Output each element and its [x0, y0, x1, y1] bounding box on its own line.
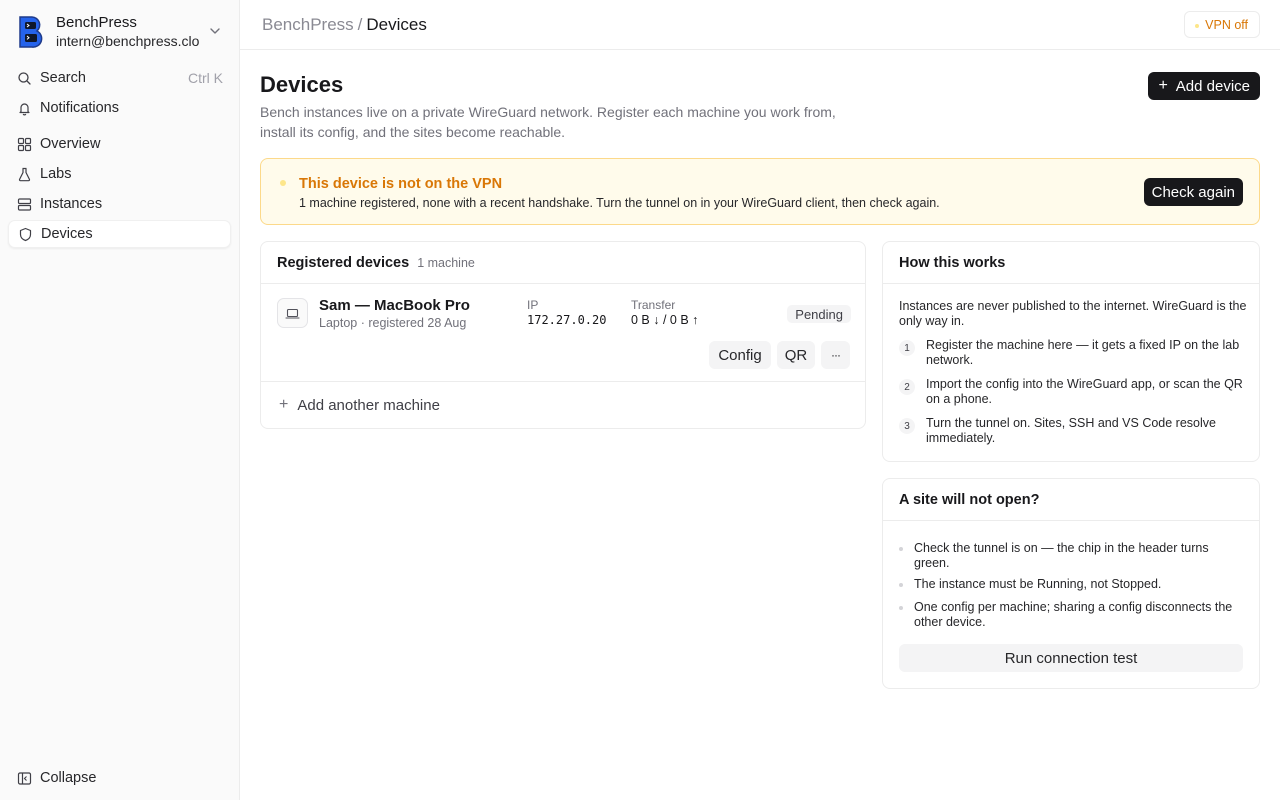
card-header: How this works [883, 242, 1259, 284]
vpn-warning-alert: This device is not on the VPN 1 machine … [260, 158, 1260, 225]
flask-icon [17, 167, 32, 182]
sidebar-toggle-icon [17, 771, 32, 786]
bullet-dot [899, 606, 903, 610]
qr-button[interactable]: QR [777, 341, 815, 369]
benchpress-logo [19, 16, 43, 48]
card-header: A site will not open? [883, 479, 1259, 521]
search-shortcut: Ctrl K [188, 70, 223, 86]
device-meta: Laptop · registered 28 Aug [319, 316, 467, 330]
status-badge: Pending [787, 305, 851, 323]
add-device-button[interactable]: + Add device [1148, 72, 1260, 100]
device-count: 1 machine [417, 255, 475, 270]
plus-icon: + [1158, 77, 1168, 94]
shield-icon [18, 227, 33, 242]
workspace-name: BenchPress [56, 14, 137, 31]
sidebar-item-devices[interactable]: Devices [8, 220, 231, 248]
breadcrumb-root[interactable]: BenchPress [262, 15, 354, 34]
search-label: Search [40, 70, 86, 86]
breadcrumb-separator: / [357, 15, 363, 34]
step-number: 1 [899, 340, 915, 356]
transfer-value: 0 B ↓ / 0 B ↑ [631, 313, 699, 327]
tip-text: The instance must be Running, not Stoppe… [914, 577, 1162, 591]
sidebar-item-instances[interactable]: Instances [8, 190, 231, 218]
page-title: Devices [260, 72, 344, 97]
step-text: Import the config into the WireGuard app… [926, 377, 1243, 406]
bullet-dot [899, 547, 903, 551]
ip-label: IP [527, 298, 539, 312]
sidebar-item-notifications[interactable]: Notifications [8, 94, 231, 122]
workspace-email: intern@benchpress.cloud [56, 33, 200, 49]
warning-dot-icon [280, 180, 286, 186]
server-icon [17, 197, 32, 212]
top-bar: BenchPress / Devices VPN off [240, 0, 1280, 50]
bell-icon [17, 101, 32, 116]
sidebar-item-label: Notifications [40, 100, 119, 116]
card-title: How this works [899, 254, 1006, 271]
plus-icon: + [279, 396, 289, 413]
device-row: Sam — MacBook Pro Laptop · registered 28… [261, 284, 865, 382]
run-connection-test-button[interactable]: Run connection test [899, 644, 1243, 672]
add-another-label: Add another machine [297, 396, 440, 414]
device-name: Sam — MacBook Pro [319, 297, 470, 314]
sidebar-item-label: Instances [40, 196, 103, 212]
alert-title: This device is not on the VPN [299, 176, 503, 192]
sidebar: BenchPress intern@benchpress.cloud Searc… [0, 0, 240, 800]
step-number: 3 [899, 418, 915, 434]
workspace-switcher[interactable]: BenchPress intern@benchpress.cloud [16, 14, 224, 50]
step-text: Register the machine here — it gets a fi… [926, 338, 1240, 367]
page-description: Bench instances live on a private WireGu… [260, 104, 836, 140]
grid-icon [17, 137, 32, 152]
sidebar-item-label: Overview [40, 136, 101, 152]
step-number: 2 [899, 379, 915, 395]
breadcrumb-current: Devices [366, 15, 427, 34]
troubleshooting-card: A site will not open? Check the tunnel i… [882, 478, 1260, 689]
vpn-status-dot [1195, 24, 1200, 28]
alert-text: 1 machine registered, none with a recent… [299, 196, 940, 210]
search-button[interactable]: Search Ctrl K [8, 64, 231, 92]
vpn-status-label: VPN off [1205, 17, 1248, 32]
config-button[interactable]: Config [709, 341, 771, 369]
sidebar-item-label: Labs [40, 166, 72, 182]
how-this-works-card: How this works Instances are never publi… [882, 241, 1260, 462]
laptop-icon [277, 298, 308, 328]
add-device-label: Add device [1175, 77, 1250, 95]
vpn-status-chip[interactable]: VPN off [1184, 11, 1260, 38]
breadcrumb: BenchPress / Devices [262, 15, 427, 35]
chevron-down-icon [210, 28, 220, 34]
sidebar-item-label: Devices [41, 226, 93, 242]
tip-text: One config per machine; sharing a config… [914, 600, 1233, 629]
sidebar-item-overview[interactable]: Overview [8, 130, 231, 158]
more-options-button[interactable]: ··· [821, 341, 850, 369]
step-text: Turn the tunnel on. Sites, SSH and VS Co… [926, 416, 1216, 445]
sidebar-item-labs[interactable]: Labs [8, 160, 231, 188]
collapse-button[interactable]: Collapse [8, 764, 231, 792]
bullet-dot [899, 583, 903, 587]
card-title: A site will not open? [899, 491, 1040, 508]
card-title: Registered devices [277, 254, 410, 271]
add-another-machine-button[interactable]: + Add another machine [261, 382, 865, 428]
check-again-button[interactable]: Check again [1143, 178, 1243, 206]
collapse-label: Collapse [40, 770, 97, 786]
ip-value: 172.27.0.20 [527, 313, 607, 327]
transfer-label: Transfer [631, 298, 676, 312]
search-icon [17, 71, 32, 86]
how-intro: Instances are never published to the int… [899, 299, 1247, 328]
registered-devices-card: Registered devices 1 machine Sam — MacBo… [260, 241, 866, 429]
card-header: Registered devices 1 machine [261, 242, 865, 284]
tip-text: Check the tunnel is on — the chip in the… [914, 541, 1209, 570]
